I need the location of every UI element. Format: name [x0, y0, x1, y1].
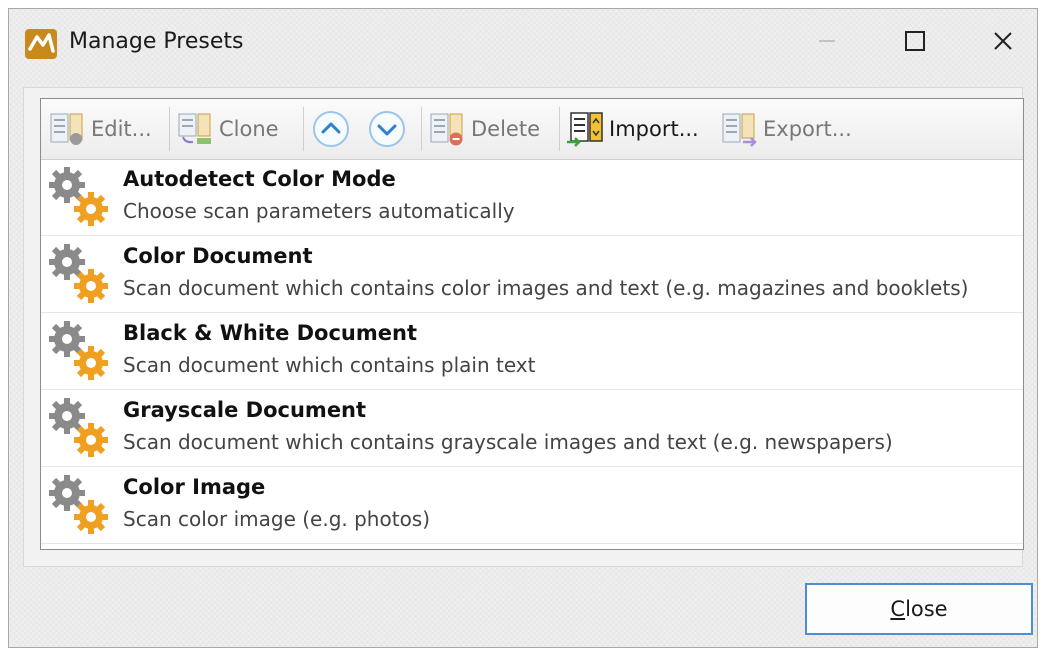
delete-label: Delete	[471, 117, 540, 141]
preset-rows: Autodetect Color Mode Choose scan parame…	[41, 159, 1023, 544]
preset-gears-icon	[47, 396, 113, 460]
presets-toolbar: Edit... Clone Delete Import... Export...	[41, 99, 1023, 160]
preset-description: Scan document which contains color image…	[123, 276, 969, 300]
preset-name: Color Image	[123, 475, 266, 499]
app-logo-icon	[25, 29, 57, 59]
export-preset-icon	[722, 113, 757, 147]
move-down-button[interactable]	[367, 107, 407, 151]
import-button[interactable]: Import...	[567, 107, 699, 151]
edit-button[interactable]: Edit...	[49, 107, 152, 151]
clone-preset-icon	[178, 113, 211, 144]
toolbar-separator	[303, 107, 304, 151]
preset-gears-icon	[47, 319, 113, 383]
manage-presets-window: Manage Presets Edit... Clone Delete Impo…	[8, 8, 1038, 648]
preset-gears-icon	[47, 165, 113, 229]
preset-row[interactable]: Color Image Scan color image (e.g. photo…	[41, 467, 1023, 544]
import-preset-icon	[567, 112, 603, 147]
preset-gears-icon	[47, 242, 113, 306]
export-button[interactable]: Export...	[721, 107, 852, 151]
preset-name: Grayscale Document	[123, 398, 367, 422]
preset-row[interactable]: Autodetect Color Mode Choose scan parame…	[41, 159, 1023, 236]
preset-description: Choose scan parameters automatically	[123, 199, 515, 223]
clone-label: Clone	[219, 117, 279, 141]
close-button[interactable]: Close	[805, 583, 1033, 635]
presets-list[interactable]: Edit... Clone Delete Import... Export...…	[40, 98, 1024, 550]
preset-gears-icon	[47, 473, 113, 537]
arrow-up-circle-icon	[313, 111, 349, 147]
title-bar[interactable]: Manage Presets	[9, 9, 1037, 73]
preset-name: Autodetect Color Mode	[123, 167, 396, 191]
preset-description: Scan document which contains plain text	[123, 353, 536, 377]
close-icon	[994, 32, 1012, 50]
export-label: Export...	[763, 117, 852, 141]
toolbar-separator	[169, 107, 170, 151]
delete-button[interactable]: Delete	[429, 107, 540, 151]
maximize-button[interactable]	[887, 19, 943, 63]
preset-row[interactable]: Grayscale Document Scan document which c…	[41, 390, 1023, 467]
clone-button[interactable]: Clone	[177, 107, 279, 151]
preset-description: Scan color image (e.g. photos)	[123, 507, 431, 531]
toolbar-separator	[421, 107, 422, 151]
preset-name: Black & White Document	[123, 321, 417, 345]
minimize-icon	[819, 40, 835, 42]
toolbar-separator	[559, 107, 560, 151]
window-title: Manage Presets	[69, 29, 244, 54]
close-label-rest: lose	[905, 597, 948, 621]
arrow-down-circle-icon	[369, 111, 405, 147]
minimize-button[interactable]	[799, 19, 855, 63]
delete-preset-icon	[430, 113, 463, 146]
import-label: Import...	[609, 117, 699, 141]
edit-preset-icon	[50, 113, 83, 145]
close-mnemonic: C	[890, 597, 906, 621]
close-window-button[interactable]	[975, 19, 1031, 63]
preset-description: Scan document which contains grayscale i…	[123, 430, 893, 454]
maximize-icon	[905, 31, 925, 51]
preset-row[interactable]: Black & White Document Scan document whi…	[41, 313, 1023, 390]
move-up-button[interactable]	[311, 107, 351, 151]
presets-panel: Edit... Clone Delete Import... Export...…	[23, 87, 1024, 567]
edit-label: Edit...	[91, 117, 152, 141]
preset-row[interactable]: Color Document Scan document which conta…	[41, 236, 1023, 313]
preset-name: Color Document	[123, 244, 313, 268]
